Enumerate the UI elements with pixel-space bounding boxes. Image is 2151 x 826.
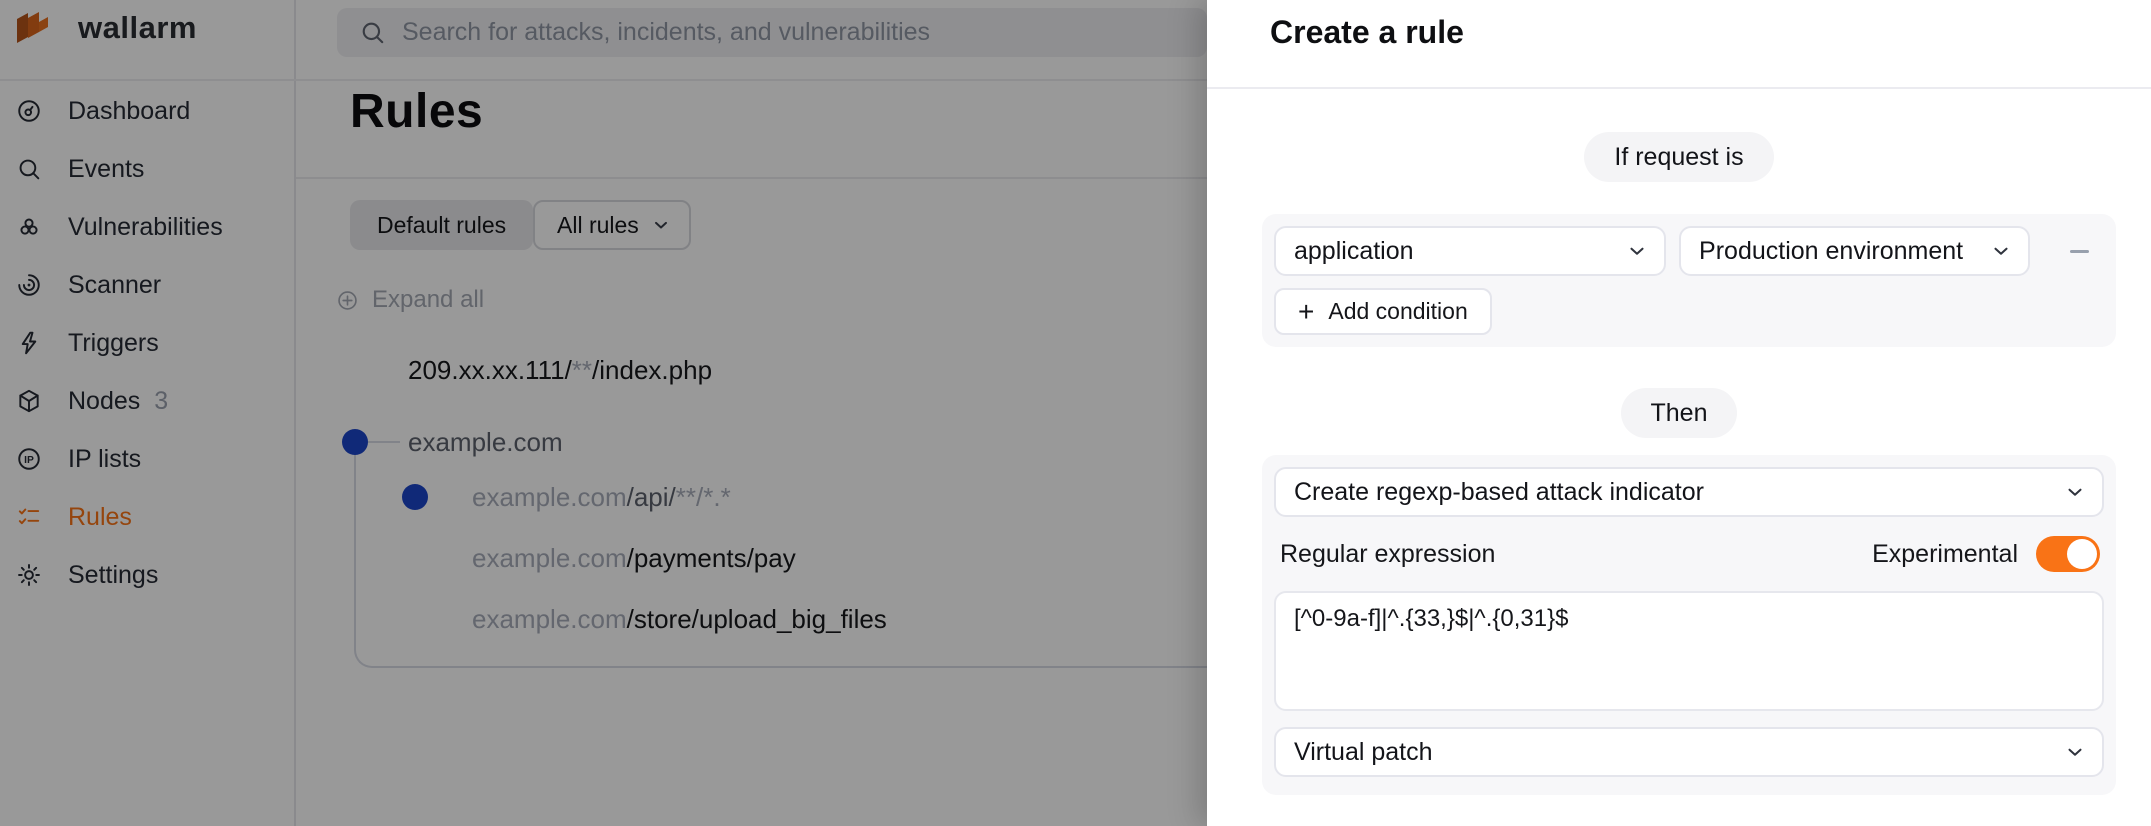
condition-value-select[interactable]: Production environment [1679,226,2030,276]
action-type-value: Create regexp-based attack indicator [1294,478,1704,507]
toggle-knob [2067,539,2097,569]
modal-overlay[interactable] [0,0,1207,826]
minus-icon [2070,250,2089,253]
experimental-toggle[interactable] [2036,536,2100,572]
condition-value-value: Production environment [1699,237,1963,266]
action-type-select[interactable]: Create regexp-based attack indicator [1274,467,2104,517]
chevron-down-icon [1626,240,1648,262]
regex-label: Regular expression [1280,540,1495,569]
virtual-patch-select[interactable]: Virtual patch [1274,727,2104,777]
drawer-title: Create a rule [1270,14,1464,51]
create-rule-drawer: Create a rule If request is application … [1207,0,2151,826]
condition-section: application Production environment + Add… [1262,214,2116,347]
regex-value: [^0-9a-f]|^.{33,}$|^.{0,31}$ [1294,605,1568,632]
chevron-down-icon [2064,741,2086,763]
then-pill: Then [1621,388,1738,438]
virtual-patch-value: Virtual patch [1294,738,1433,767]
if-request-pill: If request is [1584,132,1773,182]
add-condition-label: Add condition [1328,298,1467,325]
regex-input[interactable]: [^0-9a-f]|^.{33,}$|^.{0,31}$ [1274,591,2104,711]
chevron-down-icon [2064,481,2086,503]
app-root: wallarm DashboardEventsVulnerabilitiesSc… [0,0,2151,826]
experimental-label: Experimental [1872,540,2018,569]
condition-field-value: application [1294,237,1414,266]
drawer-divider [1207,87,2151,89]
action-section: Create regexp-based attack indicator Reg… [1262,455,2116,795]
remove-condition-button[interactable] [2055,226,2104,276]
add-condition-button[interactable]: + Add condition [1274,288,1492,335]
condition-field-select[interactable]: application [1274,226,1666,276]
chevron-down-icon [1990,240,2012,262]
plus-icon: + [1298,298,1314,326]
